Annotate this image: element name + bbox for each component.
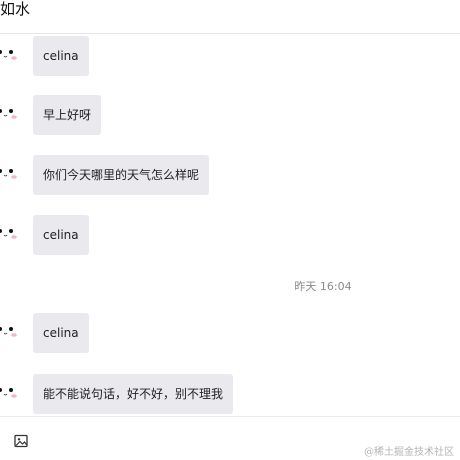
avatar[interactable] xyxy=(0,157,22,193)
avatar[interactable] xyxy=(0,315,22,351)
avatar[interactable] xyxy=(0,376,22,412)
watermark: @稀土掘金技术社区 xyxy=(364,447,454,458)
avatar[interactable] xyxy=(0,97,22,133)
message-bubble[interactable]: 你们今天哪里的天气怎么样呢 xyxy=(33,155,210,195)
image-icon[interactable] xyxy=(13,433,29,449)
message-bubble[interactable]: celina xyxy=(33,313,89,353)
message-timestamp: 昨天 16:04 xyxy=(294,280,352,293)
message-bubble[interactable]: celina xyxy=(33,36,89,76)
avatar[interactable] xyxy=(0,217,22,253)
avatar[interactable] xyxy=(0,38,22,74)
message-bubble[interactable]: celina xyxy=(33,215,89,255)
message-bubble[interactable]: 能不能说句话，好不好，别不理我 xyxy=(33,374,234,414)
message-bubble[interactable]: 早上好呀 xyxy=(33,95,102,135)
message-list: celina 早上好呀 你们今天哪里的天气怎么样呢 celina 昨天 16:0… xyxy=(0,34,460,416)
chat-header: 如水 xyxy=(0,0,460,34)
chat-title: 如水 xyxy=(0,0,31,18)
